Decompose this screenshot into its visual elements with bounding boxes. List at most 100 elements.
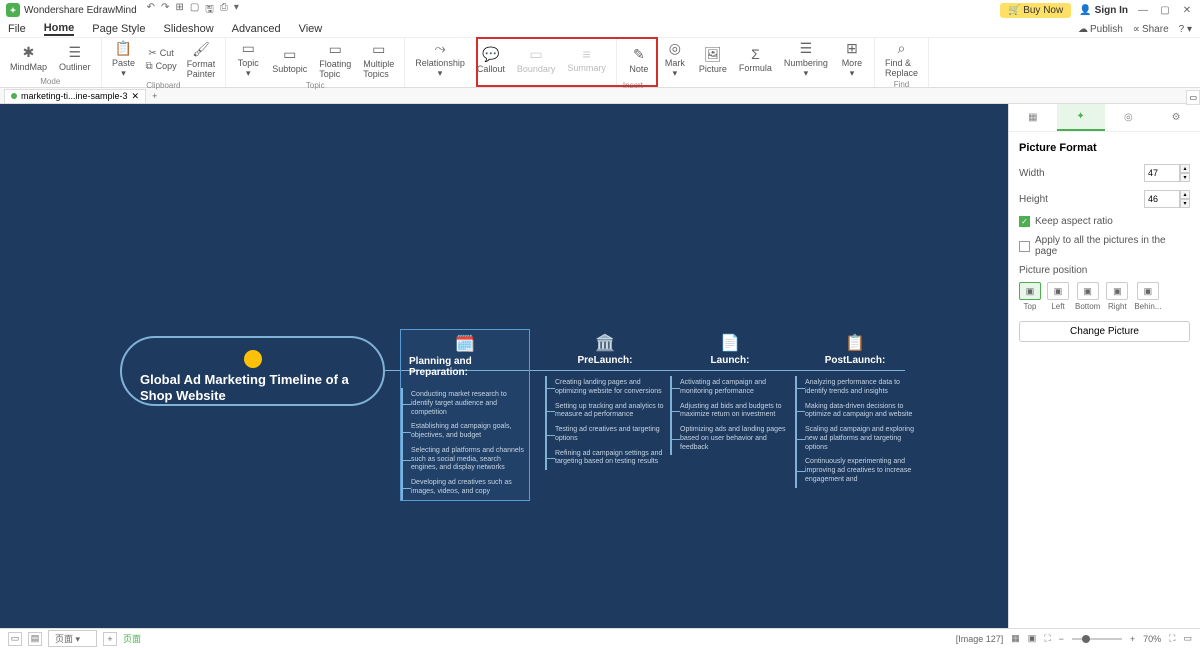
view-page-button[interactable]: ▤ [28, 632, 42, 646]
callout-button[interactable]: 💬Callout [471, 44, 511, 76]
view-mode-1-icon[interactable]: ▦ [1011, 633, 1020, 644]
outliner-button[interactable]: ☰Outliner [53, 42, 97, 74]
panel-collapse-button[interactable]: ▭ [1186, 90, 1200, 105]
height-up-icon[interactable]: ▴ [1180, 190, 1190, 199]
view-outline-button[interactable]: ▭ [8, 632, 22, 646]
note-button[interactable]: ✎Note [621, 44, 657, 76]
pos-left-button[interactable]: ▣Left [1047, 282, 1069, 311]
paste-button[interactable]: 📋Paste▾ [106, 38, 142, 81]
branch-postlaunch[interactable]: 📋PostLaunch: Analyzing performance data … [795, 329, 915, 488]
fullscreen-icon[interactable]: ⛶ [1169, 633, 1175, 644]
mark-button[interactable]: ◎Mark▾ [657, 38, 693, 81]
help-button[interactable]: ? ▾ [1179, 24, 1192, 35]
list-item[interactable]: Developing ad creatives such as images, … [402, 476, 529, 500]
list-item[interactable]: Creating landing pages and optimizing we… [546, 376, 665, 400]
open-icon[interactable]: ▢ [190, 2, 199, 19]
height-input[interactable] [1144, 190, 1180, 208]
mindmap-button[interactable]: ✱MindMap [4, 42, 53, 74]
list-item[interactable]: Setting up tracking and analytics to mea… [546, 400, 665, 424]
undo-icon[interactable]: ↶ [147, 2, 155, 19]
zoom-slider[interactable] [1072, 638, 1122, 640]
publish-button[interactable]: ☁ Publish [1078, 24, 1123, 35]
list-item[interactable]: Testing ad creatives and targeting optio… [546, 423, 665, 447]
list-item[interactable]: Optimizing ads and landing pages based o… [671, 423, 790, 455]
multiple-topics-button[interactable]: ▭Multiple Topics [357, 39, 400, 81]
width-down-icon[interactable]: ▾ [1180, 173, 1190, 182]
sign-in-button[interactable]: 👤 Sign In [1079, 5, 1128, 16]
menu-advanced[interactable]: Advanced [232, 23, 281, 35]
picture-button[interactable]: 🖼Picture [693, 44, 733, 76]
pos-top-button[interactable]: ▣Top [1019, 282, 1041, 311]
height-down-icon[interactable]: ▾ [1180, 199, 1190, 208]
add-tab-button[interactable]: + [152, 91, 157, 101]
branch-prelaunch[interactable]: 🏛️PreLaunch: Creating landing pages and … [545, 329, 665, 470]
panel-tab-picture[interactable]: ✦ [1057, 104, 1105, 131]
panel-tab-style[interactable]: ▦ [1009, 104, 1057, 131]
boundary-button[interactable]: ▭Boundary [511, 44, 562, 76]
list-item[interactable]: Conducting market research to identify t… [402, 388, 529, 420]
new-icon[interactable]: ⊞ [175, 2, 183, 19]
list-item[interactable]: Activating ad campaign and monitoring pe… [671, 376, 790, 400]
tab-close-icon[interactable]: ✕ [132, 91, 140, 102]
list-item[interactable]: Refining ad campaign settings and target… [546, 447, 665, 471]
page-selector[interactable]: 页面 ▾ [48, 630, 97, 647]
add-page-button[interactable]: + [103, 632, 117, 646]
qat-more-icon[interactable]: ▾ [234, 2, 239, 19]
root-node[interactable]: Global Ad Marketing Timeline of a Shop W… [120, 336, 385, 406]
view-mode-2-icon[interactable]: ▣ [1028, 633, 1037, 644]
document-tab[interactable]: marketing-ti...ine-sample-3 ✕ [4, 89, 146, 103]
zoom-in-button[interactable]: + [1130, 634, 1135, 644]
menu-home[interactable]: Home [44, 22, 75, 36]
format-painter-button[interactable]: 🖌Format Painter [181, 39, 222, 81]
more-button[interactable]: ⊞More▾ [834, 38, 870, 81]
list-item[interactable]: Making data-driven decisions to optimize… [796, 400, 915, 424]
subtopic-button[interactable]: ▭Subtopic [266, 44, 313, 76]
save-icon[interactable]: 🖫 [205, 2, 214, 19]
print-icon[interactable]: ⎙ [220, 2, 228, 19]
list-item[interactable]: Selecting ad platforms and channels such… [402, 444, 529, 476]
formula-button[interactable]: ΣFormula [733, 44, 778, 75]
apply-all-checkbox[interactable]: Apply to all the pictures in the page [1019, 235, 1190, 257]
menu-view[interactable]: View [299, 23, 323, 35]
summary-button[interactable]: ≡Summary [561, 44, 612, 75]
maximize-icon[interactable]: ▢ [1158, 3, 1172, 17]
list-item[interactable]: Analyzing performance data to identify t… [796, 376, 915, 400]
presentation-icon[interactable]: ▭ [1183, 633, 1192, 644]
buy-now-button[interactable]: 🛒 Buy Now [1000, 3, 1071, 18]
list-item[interactable]: Continuously experimenting and improving… [796, 455, 915, 487]
relationship-button[interactable]: ⤳Relationship▾ [409, 38, 471, 81]
numbering-button[interactable]: ☰Numbering▾ [778, 38, 834, 81]
list-item[interactable]: Establishing ad campaign goals, objectiv… [402, 420, 529, 444]
copy-button[interactable]: ⧉Copy [142, 60, 181, 73]
pos-behind-button[interactable]: ▣Behin... [1134, 282, 1161, 311]
cut-button[interactable]: ✂Cut [142, 47, 181, 60]
list-item[interactable]: Scaling ad campaign and exploring new ad… [796, 423, 915, 455]
topic-button[interactable]: ▭Topic▾ [230, 38, 266, 81]
fit-screen-icon[interactable]: ⛶ [1044, 633, 1050, 644]
list-item[interactable]: Adjusting ad bids and budgets to maximiz… [671, 400, 790, 424]
minimize-icon[interactable]: — [1136, 3, 1150, 17]
keep-aspect-checkbox[interactable]: ✓Keep aspect ratio [1019, 216, 1190, 227]
image-count: [Image 127] [956, 634, 1004, 644]
zoom-out-button[interactable]: − [1059, 634, 1064, 644]
zoom-handle[interactable] [1082, 635, 1090, 643]
panel-tab-tag[interactable]: ◎ [1105, 104, 1153, 131]
width-input[interactable] [1144, 164, 1180, 182]
pos-right-button[interactable]: ▣Right [1106, 282, 1128, 311]
branch-launch[interactable]: 📄Launch: Activating ad campaign and moni… [670, 329, 790, 455]
pos-behind-icon: ▣ [1137, 282, 1159, 300]
find-replace-button[interactable]: ⌕Find & Replace [879, 38, 924, 80]
menu-file[interactable]: File [8, 23, 26, 35]
close-icon[interactable]: ✕ [1180, 3, 1194, 17]
branch-planning[interactable]: 🗓️Planning and Preparation: Conducting m… [400, 329, 530, 501]
canvas[interactable]: Global Ad Marketing Timeline of a Shop W… [0, 104, 1008, 628]
redo-icon[interactable]: ↷ [161, 2, 169, 19]
width-up-icon[interactable]: ▴ [1180, 164, 1190, 173]
share-button[interactable]: ∝ Share [1133, 24, 1169, 35]
panel-tab-settings[interactable]: ⚙ [1152, 104, 1200, 131]
menu-page-style[interactable]: Page Style [92, 23, 145, 35]
floating-topic-button[interactable]: ▭Floating Topic [313, 39, 357, 81]
change-picture-button[interactable]: Change Picture [1019, 321, 1190, 342]
pos-bottom-button[interactable]: ▣Bottom [1075, 282, 1100, 311]
menu-slideshow[interactable]: Slideshow [164, 23, 214, 35]
